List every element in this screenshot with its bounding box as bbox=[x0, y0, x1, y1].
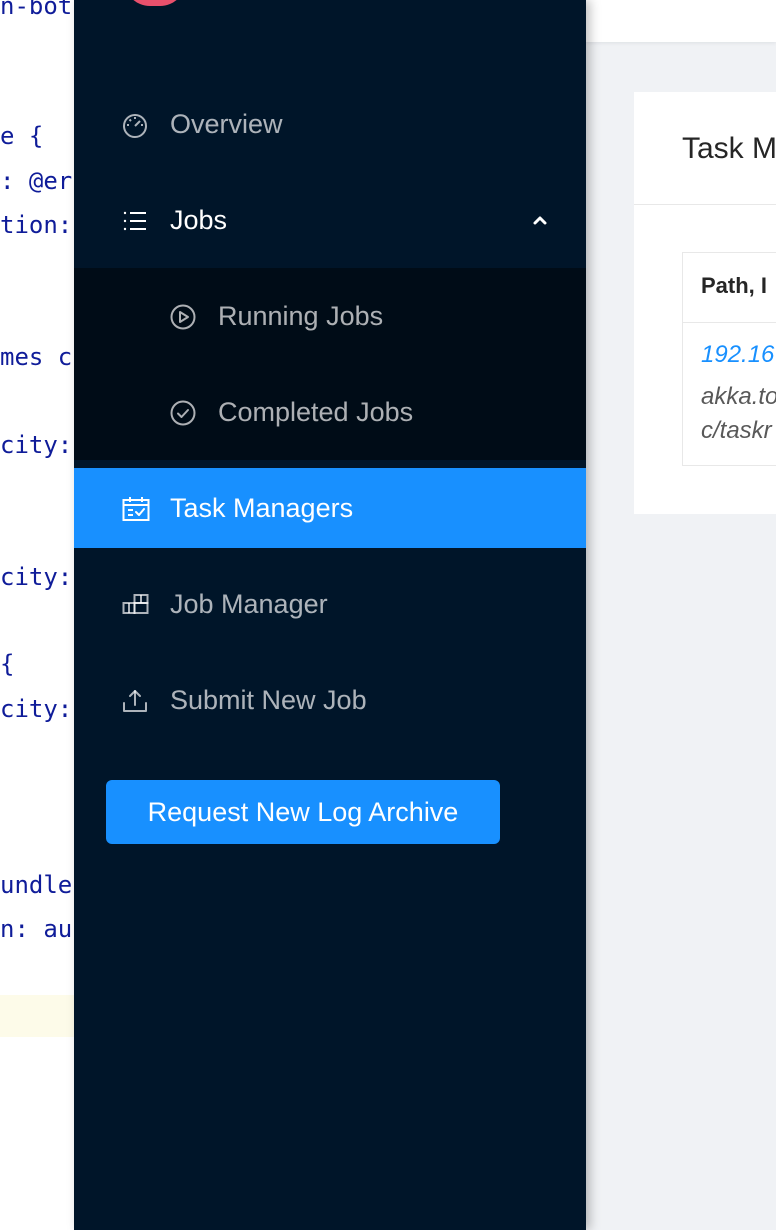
sidebar: Overview Jobs Running Jobs Completed Job… bbox=[74, 0, 586, 1230]
sidebar-item-task-managers[interactable]: Task Managers bbox=[74, 468, 586, 548]
code-line: city: bbox=[0, 431, 73, 459]
code-editor-background: n-bot e { : @er tion: mes c city: city: … bbox=[0, 0, 80, 1230]
code-line: { bbox=[0, 650, 15, 678]
sidebar-item-label: Overview bbox=[170, 108, 283, 139]
sidebar-item-label: Task Managers bbox=[170, 492, 354, 523]
editor-current-line-highlight bbox=[0, 995, 80, 1037]
code-line: mes c bbox=[0, 343, 73, 371]
table-cell-path: c/taskr bbox=[701, 417, 772, 444]
code-line: city: bbox=[0, 563, 73, 591]
divider bbox=[634, 204, 776, 205]
table-header-path[interactable]: Path, I bbox=[701, 273, 767, 299]
sidebar-item-label: Submit New Job bbox=[170, 684, 367, 715]
code-line: tion: bbox=[0, 211, 73, 239]
sidebar-item-label: Job Manager bbox=[170, 588, 328, 619]
code-line: n-bot bbox=[0, 0, 73, 20]
task-managers-table: Path, I 192.16 akka.to c/taskr bbox=[682, 252, 776, 466]
sidebar-item-label: Jobs bbox=[170, 204, 228, 235]
chevron-up-icon[interactable] bbox=[530, 210, 550, 230]
play-circle-icon bbox=[170, 304, 196, 330]
sidebar-item-jobs[interactable]: Jobs bbox=[74, 180, 586, 260]
task-manager-link[interactable]: 192.16 bbox=[701, 341, 774, 369]
schedule-icon bbox=[122, 496, 150, 522]
upload-icon bbox=[122, 688, 148, 714]
sidebar-item-label: Completed Jobs bbox=[218, 396, 414, 427]
logo bbox=[124, 0, 186, 6]
sidebar-item-overview[interactable]: Overview bbox=[74, 84, 586, 164]
request-log-archive-button[interactable]: Request New Log Archive bbox=[106, 780, 500, 844]
code-line: undle bbox=[0, 871, 73, 899]
code-line: e { bbox=[0, 122, 44, 150]
divider bbox=[683, 322, 776, 323]
table-cell-path: akka.to bbox=[701, 383, 776, 410]
header-bar bbox=[586, 0, 776, 42]
task-managers-card: Task M Path, I 192.16 akka.to c/taskr bbox=[634, 92, 776, 514]
sidebar-item-job-manager[interactable]: Job Manager bbox=[74, 564, 586, 644]
sidebar-item-completed-jobs[interactable]: Completed Jobs bbox=[74, 372, 586, 452]
sidebar-item-submit-new-job[interactable]: Submit New Job bbox=[74, 660, 586, 740]
dashboard-icon bbox=[122, 112, 148, 138]
code-line: n: au bbox=[0, 915, 73, 943]
unordered-list-icon bbox=[122, 208, 148, 234]
check-circle-icon bbox=[170, 400, 196, 426]
sidebar-item-label: Running Jobs bbox=[218, 300, 384, 331]
build-icon bbox=[122, 592, 149, 618]
card-title: Task M bbox=[682, 132, 776, 165]
sidebar-item-running-jobs[interactable]: Running Jobs bbox=[74, 276, 586, 356]
code-line: : @er bbox=[0, 167, 73, 195]
code-line: city: bbox=[0, 695, 73, 723]
